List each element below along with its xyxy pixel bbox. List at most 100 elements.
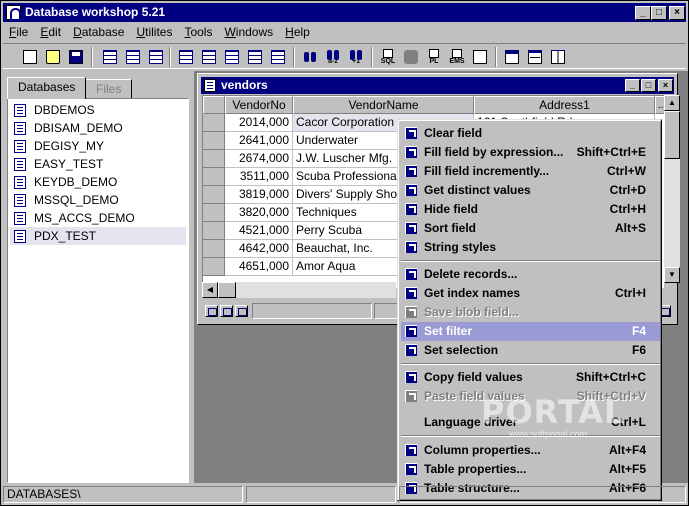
menu-item-get-index-names[interactable]: Get index names Ctrl+I — [401, 284, 660, 303]
database-item[interactable]: DEGISY_MY — [10, 137, 186, 155]
menu-item-hide-field[interactable]: Hide field Ctrl+H — [401, 200, 660, 219]
child-minimize-button[interactable]: _ — [625, 79, 640, 92]
scroll-down-button[interactable]: ▼ — [664, 267, 680, 283]
row-indicator[interactable] — [203, 240, 225, 258]
menu-item-delete-records[interactable]: Delete records... — [401, 265, 660, 284]
cell-vendorno[interactable]: 3820,000 — [225, 204, 293, 222]
row-indicator[interactable] — [203, 150, 225, 168]
menu-database[interactable]: Database — [67, 23, 130, 41]
child-title-bar[interactable]: vendors _ □ × — [201, 77, 674, 94]
cell-vendorno[interactable]: 2674,000 — [225, 150, 293, 168]
nav-edit-icon[interactable] — [235, 305, 248, 317]
scroll-up-button[interactable]: ▲ — [664, 95, 680, 111]
open-button[interactable] — [42, 47, 64, 67]
cell-vendorno[interactable]: 4521,000 — [225, 222, 293, 240]
menu-item-language-driver[interactable]: Language driver Ctrl+L — [401, 413, 660, 432]
scroll-thumb-horizontal[interactable] — [218, 282, 236, 298]
menu-edit[interactable]: Edit — [34, 23, 67, 41]
column-header-more[interactable]: ... — [655, 96, 664, 114]
title-bar[interactable]: Database workshop 5.21 _ □ × — [3, 3, 686, 22]
new-button[interactable] — [19, 47, 41, 67]
minimize-button[interactable]: _ — [635, 6, 651, 20]
grid-button-1[interactable] — [99, 47, 121, 67]
nav-first-icon[interactable] — [205, 305, 218, 317]
menu-item-fill-field-by-expression[interactable]: Fill field by expression... Shift+Ctrl+E — [401, 143, 660, 162]
grid-button-6[interactable] — [221, 47, 243, 67]
cell-vendorno[interactable]: 4651,000 — [225, 258, 293, 276]
column-header-vendorno[interactable]: VendorNo — [225, 96, 293, 114]
menu-item-set-selection[interactable]: Set selection F6 — [401, 341, 660, 360]
menu-item-string-styles[interactable]: String styles — [401, 238, 660, 257]
app-icon[interactable] — [6, 5, 21, 21]
menu-action-icon — [405, 390, 417, 402]
menu-item-table-properties[interactable]: Table properties... Alt+F5 — [401, 460, 660, 479]
cell-vendorno[interactable]: 3819,000 — [225, 186, 293, 204]
menu-item-sort-field[interactable]: Sort field Alt+S — [401, 219, 660, 238]
grid-button-7[interactable] — [244, 47, 266, 67]
menu-item-copy-field-values[interactable]: Copy field values Shift+Ctrl+C — [401, 368, 660, 387]
horizontal-scrollbar[interactable]: ◀ — [202, 282, 396, 298]
find-sort-az-button[interactable]: a-z — [322, 47, 344, 67]
menu-item-get-distinct-values[interactable]: Get distinct values Ctrl+D — [401, 181, 660, 200]
find-next-button[interactable]: +1 — [345, 47, 367, 67]
export-icon — [473, 50, 487, 64]
child-close-button[interactable]: × — [658, 79, 673, 92]
row-indicator[interactable] — [203, 222, 225, 240]
database-item[interactable]: EASY_TEST — [10, 155, 186, 173]
row-indicator[interactable] — [203, 168, 225, 186]
save-button[interactable] — [65, 47, 87, 67]
maximize-button[interactable]: □ — [651, 6, 667, 20]
database-item[interactable]: MS_ACCS_DEMO — [10, 209, 186, 227]
menu-windows[interactable]: Windows — [218, 23, 279, 41]
vertical-scrollbar[interactable]: ▲ ▼ — [664, 95, 680, 283]
row-indicator[interactable] — [203, 132, 225, 150]
scroll-thumb[interactable] — [664, 111, 680, 159]
database-item-selected[interactable]: PDX_TEST — [10, 227, 186, 245]
comment-button[interactable] — [400, 47, 422, 67]
row-indicator[interactable] — [203, 258, 225, 276]
menu-item-set-filter[interactable]: Set filter F4 — [401, 322, 660, 341]
menu-utilites[interactable]: Utilites — [130, 23, 178, 41]
grid-button-2[interactable] — [122, 47, 144, 67]
grid-button-8[interactable] — [267, 47, 289, 67]
database-item[interactable]: KEYDB_DEMO — [10, 173, 186, 191]
tile-vertical-button[interactable] — [547, 47, 569, 67]
menu-file[interactable]: File — [3, 23, 34, 41]
column-header-vendorname[interactable]: VendorName — [293, 96, 474, 114]
child-maximize-button[interactable]: □ — [641, 79, 656, 92]
menu-help[interactable]: Help — [279, 23, 316, 41]
row-indicator[interactable] — [203, 114, 225, 132]
cell-vendorno[interactable]: 2641,000 — [225, 132, 293, 150]
cascade-windows-button[interactable] — [501, 47, 523, 67]
close-button[interactable]: × — [669, 6, 685, 20]
cell-vendorno[interactable]: 3511,000 — [225, 168, 293, 186]
tab-files[interactable]: Files — [85, 79, 133, 99]
column-header-address1[interactable]: Address1 — [474, 96, 655, 114]
menu-item-fill-field-incremently[interactable]: Fill field incremently... Ctrl+W — [401, 162, 660, 181]
database-item[interactable]: DBDEMOS — [10, 101, 186, 119]
sql-icon — [383, 49, 393, 58]
database-item[interactable]: MSSQL_DEMO — [10, 191, 186, 209]
row-indicator[interactable] — [203, 204, 225, 222]
menu-action-icon — [405, 287, 417, 299]
nav-filter-icon[interactable] — [220, 305, 233, 317]
scroll-left-button[interactable]: ◀ — [202, 282, 218, 298]
sql-button[interactable]: SQL — [377, 47, 399, 67]
tab-databases[interactable]: Databases — [7, 77, 87, 99]
grid-button-4[interactable] — [175, 47, 197, 67]
cell-vendorno[interactable]: 4642,000 — [225, 240, 293, 258]
grid-button-3[interactable] — [145, 47, 167, 67]
tile-horizontal-button[interactable] — [524, 47, 546, 67]
grid-button-5[interactable] — [198, 47, 220, 67]
database-item[interactable]: DBISAM_DEMO — [10, 119, 186, 137]
cell-vendorno[interactable]: 2014,000 — [225, 114, 293, 132]
menu-item-column-properties[interactable]: Column properties... Alt+F4 — [401, 441, 660, 460]
pl-button[interactable]: PL — [423, 47, 445, 67]
row-indicator[interactable] — [203, 186, 225, 204]
find-button[interactable] — [299, 47, 321, 67]
ems-button[interactable]: EMS — [446, 47, 468, 67]
menu-tools[interactable]: Tools — [178, 23, 218, 41]
export-button[interactable] — [469, 47, 491, 67]
status-bar: DATABASES\ — [3, 485, 688, 505]
menu-item-clear-field[interactable]: Clear field — [401, 124, 660, 143]
